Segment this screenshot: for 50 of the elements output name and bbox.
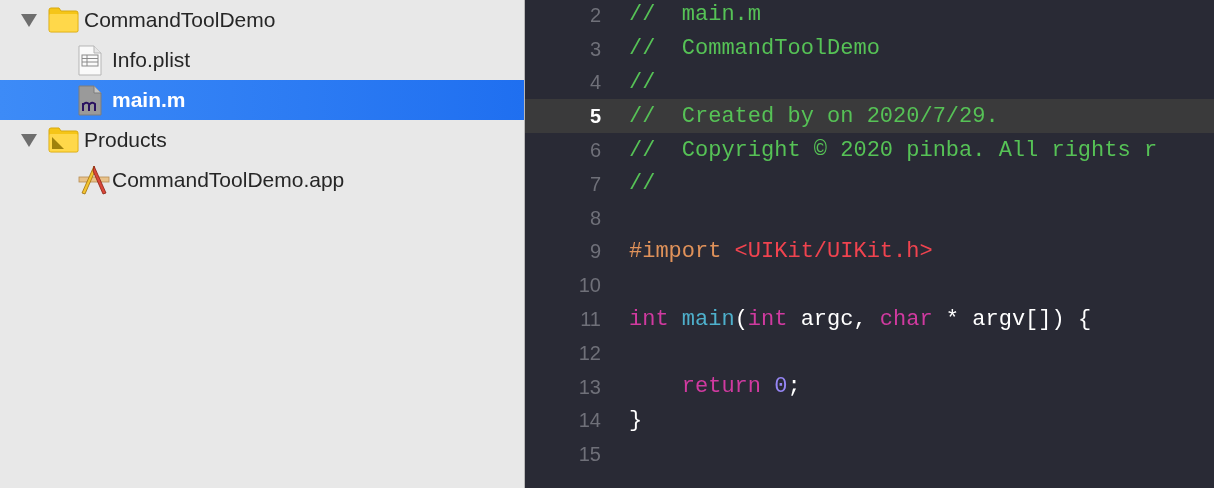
- disclosure-triangle-icon[interactable]: [20, 12, 38, 28]
- navigator-item[interactable]: Info.plist: [0, 40, 524, 80]
- code-token: char: [879, 305, 933, 334]
- code-token: main: [680, 305, 735, 334]
- file-name: Products: [84, 127, 167, 154]
- navigator-item[interactable]: CommandToolDemo: [0, 0, 524, 40]
- line-number: 6: [588, 138, 602, 164]
- code-token: argc,: [799, 305, 868, 334]
- app-icon: [78, 165, 110, 195]
- code-token: // Copyright © 2020 pinba. All rights r: [629, 136, 1158, 165]
- code-token: * argv[]) {: [944, 305, 1092, 334]
- code-token: #import: [629, 237, 722, 266]
- code-token: 0: [773, 373, 788, 402]
- line-number: 13: [577, 374, 602, 400]
- code-token: // Created by on 2020/7/29.: [629, 102, 999, 131]
- line-number: 7: [588, 171, 602, 197]
- code-token: //: [629, 69, 656, 97]
- line-number: 5: [588, 104, 602, 130]
- line-number: 9: [588, 239, 602, 265]
- code-token: <UIKit/UIKit.h>: [733, 237, 933, 266]
- source-file-icon: [78, 84, 102, 116]
- code-token: // main.m: [629, 1, 762, 30]
- line-number: 11: [579, 307, 602, 333]
- disclosure-triangle-icon[interactable]: [20, 132, 38, 148]
- code-token: //: [629, 170, 656, 199]
- line-number: 15: [577, 442, 602, 468]
- folder-icon: [48, 127, 79, 153]
- code-token: }: [629, 406, 643, 435]
- file-name: CommandToolDemo.app: [112, 167, 345, 194]
- code-token: // CommandToolDemo: [629, 35, 880, 64]
- line-number: 4: [588, 70, 602, 96]
- navigator-item[interactable]: main.m: [0, 80, 524, 120]
- line-number: 3: [588, 36, 602, 62]
- file-name: main.m: [112, 87, 186, 114]
- line-number: 14: [577, 408, 602, 434]
- line-number: 8: [588, 205, 602, 231]
- code-token: int: [629, 305, 669, 334]
- line-number: 12: [577, 340, 602, 366]
- file-name: CommandToolDemo: [84, 7, 276, 34]
- document-icon: [78, 44, 102, 76]
- navigator-item[interactable]: Products: [0, 120, 524, 160]
- code-token: int: [747, 305, 788, 334]
- code-token: return: [680, 373, 762, 402]
- line-number: 10: [577, 273, 602, 299]
- file-name: Info.plist: [112, 47, 191, 74]
- code-token: ;: [787, 373, 801, 402]
- code-token: (: [734, 305, 748, 334]
- navigator-item[interactable]: CommandToolDemo.app: [0, 160, 524, 200]
- line-number: 2: [588, 2, 602, 28]
- folder-icon: [48, 7, 79, 33]
